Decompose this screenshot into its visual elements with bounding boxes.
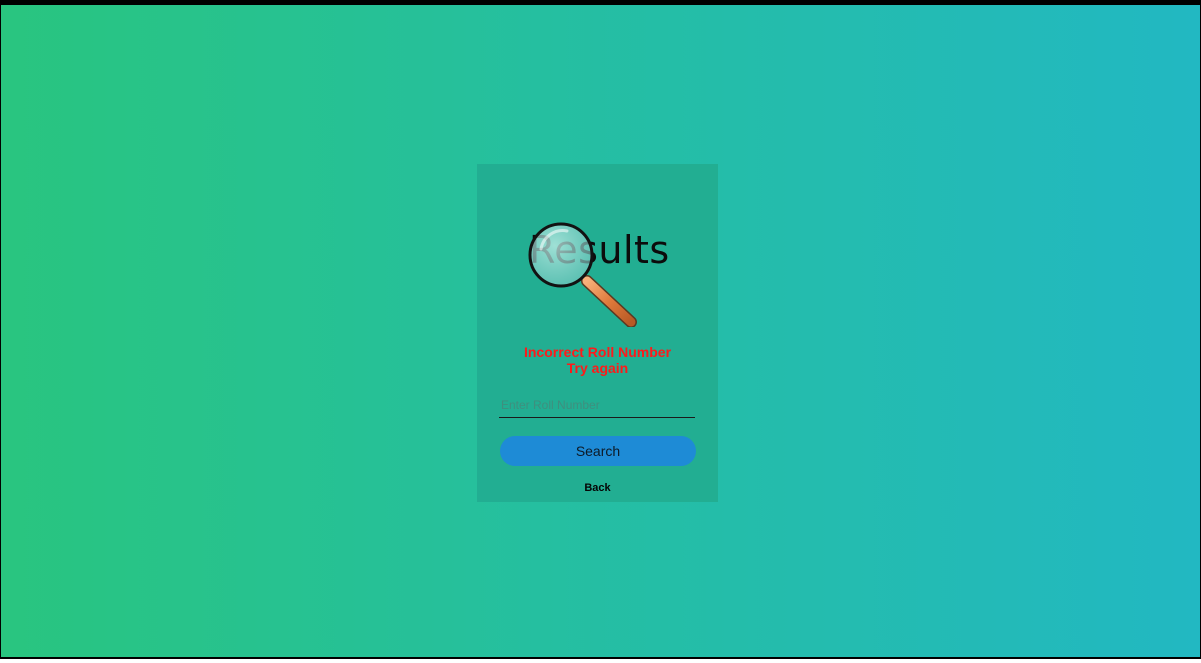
error-message: Incorrect Roll Number Try again: [477, 344, 718, 376]
magnifying-glass-icon: [528, 222, 637, 327]
error-line-1: Incorrect Roll Number: [523, 344, 672, 360]
page-background: Results Incorrect Roll Number Try again …: [1, 5, 1200, 657]
search-button[interactable]: Search: [500, 436, 696, 466]
error-line-2: Try again: [566, 360, 629, 376]
roll-number-input[interactable]: [499, 392, 695, 418]
results-card: Results Incorrect Roll Number Try again …: [477, 164, 718, 502]
back-link[interactable]: Back: [477, 482, 718, 494]
bottom-border: [0, 659, 1201, 663]
results-logo: Results: [527, 219, 677, 327]
